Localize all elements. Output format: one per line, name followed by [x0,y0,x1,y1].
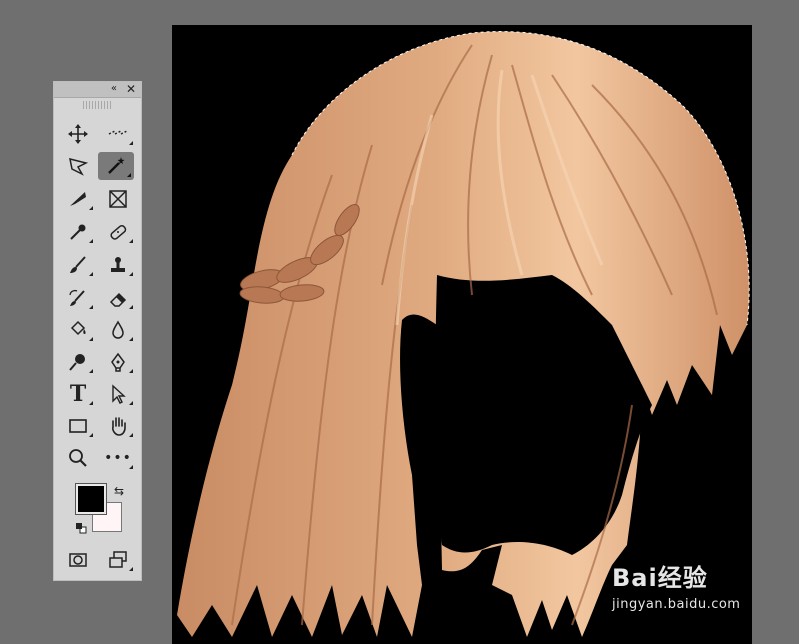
ellipsis-icon: ••• [104,450,132,466]
magic-wand-tool[interactable] [98,152,134,180]
hand-tool[interactable] [100,412,136,440]
hair-artwork [177,31,750,638]
polygonal-lasso-tool[interactable] [60,152,96,180]
screen-mode[interactable] [100,546,136,574]
frame-icon [109,190,127,208]
zoom-icon [69,449,87,467]
document-canvas[interactable] [172,25,752,644]
path-selection-tool[interactable] [100,380,136,408]
type-icon: T [69,381,87,407]
bucket-icon [70,320,86,336]
paint-bucket-tool[interactable] [60,316,96,344]
eyedropper-icon [70,224,86,240]
knife-icon [70,192,86,206]
rectangle-icon [69,419,87,433]
move-icon [68,124,88,144]
healing-brush-tool[interactable] [100,218,136,246]
stamp-icon [111,257,125,272]
clone-stamp-tool[interactable] [100,251,136,279]
brush-tool[interactable] [60,251,96,279]
drop-icon [112,320,124,339]
dodge-tool[interactable] [60,348,96,376]
magic-wand-icon [108,157,125,174]
marquee-dots-icon [108,130,128,135]
more-tools[interactable]: ••• [100,444,136,472]
eraser-icon [109,292,127,307]
watermark-url: jingyan.baidu.com [612,597,741,612]
history-brush-tool[interactable] [60,284,96,312]
baidu-watermark: Bai经验 jingyan.baidu.com [612,558,740,612]
default-colors-icon[interactable] [75,522,87,534]
screen-mode-icon [109,551,127,568]
quick-mask-icon [69,553,87,567]
tools-panel: « ✕ T ••• ⇆ [53,81,142,581]
quick-mask[interactable] [60,546,96,574]
type-tool[interactable]: T [60,380,96,408]
blur-tool[interactable] [100,316,136,344]
close-panel-button[interactable]: ✕ [126,82,136,96]
arrow-icon [112,384,126,404]
watermark-main: Bai经验 [612,564,708,592]
history-brush-icon [69,289,85,306]
hand-icon [112,417,126,436]
pen-tool[interactable] [100,348,136,376]
brush-icon [70,256,86,273]
pen-icon [111,352,125,372]
swap-colors-icon[interactable]: ⇆ [114,484,124,498]
eyedropper-tool[interactable] [60,218,96,246]
panel-grip[interactable] [82,101,113,109]
eraser-tool[interactable] [100,284,136,312]
zoom-tool[interactable] [60,444,96,472]
frame-tool[interactable] [100,185,136,213]
foreground-color-swatch[interactable] [75,483,107,515]
dodge-icon [69,354,85,371]
collapse-panel-button[interactable]: « [111,83,117,95]
move-tool[interactable] [60,120,96,148]
tools-panel-titlebar[interactable]: « ✕ [54,82,141,98]
rectangle-tool[interactable] [60,412,96,440]
lasso-icon [69,157,89,176]
bandage-icon [110,225,127,240]
slice-tool[interactable] [60,185,96,213]
artboard-tool[interactable] [100,120,136,148]
